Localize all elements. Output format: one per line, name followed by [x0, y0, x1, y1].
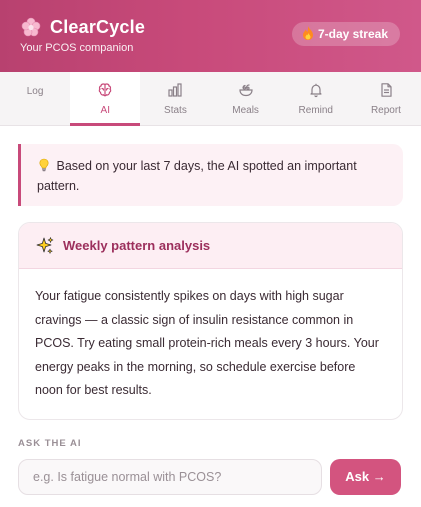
- app-title: ClearCycle: [50, 16, 146, 37]
- app-window: ClearCycle Your PCOS companion 7-day str…: [0, 0, 421, 507]
- ask-input[interactable]: [18, 458, 322, 495]
- bowl-icon: [238, 82, 254, 101]
- tab-meals[interactable]: Meals: [211, 72, 281, 125]
- analysis-card: Weekly pattern analysis Your fatigue con…: [18, 222, 403, 420]
- document-icon: [378, 82, 394, 101]
- tab-label: Meals: [232, 104, 259, 116]
- bell-icon: [308, 82, 324, 101]
- ask-button[interactable]: Ask →: [330, 458, 401, 495]
- tab-ai[interactable]: AI: [70, 72, 141, 126]
- ai-panel: Based on your last 7 days, the AI spotte…: [0, 126, 421, 495]
- streak-label: 7-day streak: [317, 27, 388, 41]
- tab-log[interactable]: Log: [0, 72, 70, 125]
- tab-label: Stats: [164, 104, 187, 116]
- insight-banner: Based on your last 7 days, the AI spotte…: [18, 144, 403, 206]
- tab-label: AI: [100, 104, 110, 116]
- ask-label: ASK THE AI: [18, 437, 82, 449]
- analysis-card-header: Weekly pattern analysis: [19, 223, 402, 269]
- tab-remind[interactable]: Remind: [281, 72, 351, 125]
- lightbulb-icon: [37, 158, 51, 172]
- insight-text: Based on your last 7 days, the AI spotte…: [37, 159, 357, 193]
- brain-icon: [97, 82, 113, 101]
- flower-icon: [20, 16, 42, 38]
- ask-row: Ask →: [18, 458, 403, 495]
- tab-label: Remind: [298, 104, 333, 116]
- sparkles-icon: [35, 236, 55, 256]
- tab-stats[interactable]: Stats: [140, 72, 210, 125]
- fire-icon: [302, 25, 314, 43]
- bar-chart-icon: [167, 82, 183, 101]
- tab-bar: Log AI Stats Meals Remind Report: [0, 72, 421, 126]
- streak-badge[interactable]: 7-day streak: [291, 22, 400, 46]
- tab-label: Report: [370, 104, 401, 116]
- app-header: ClearCycle Your PCOS companion 7-day str…: [0, 0, 421, 72]
- tab-report[interactable]: Report: [351, 72, 421, 125]
- tab-label: Log: [26, 86, 44, 97]
- analysis-title: Weekly pattern analysis: [63, 238, 211, 253]
- analysis-body: Your fatigue consistently spikes on days…: [35, 289, 379, 397]
